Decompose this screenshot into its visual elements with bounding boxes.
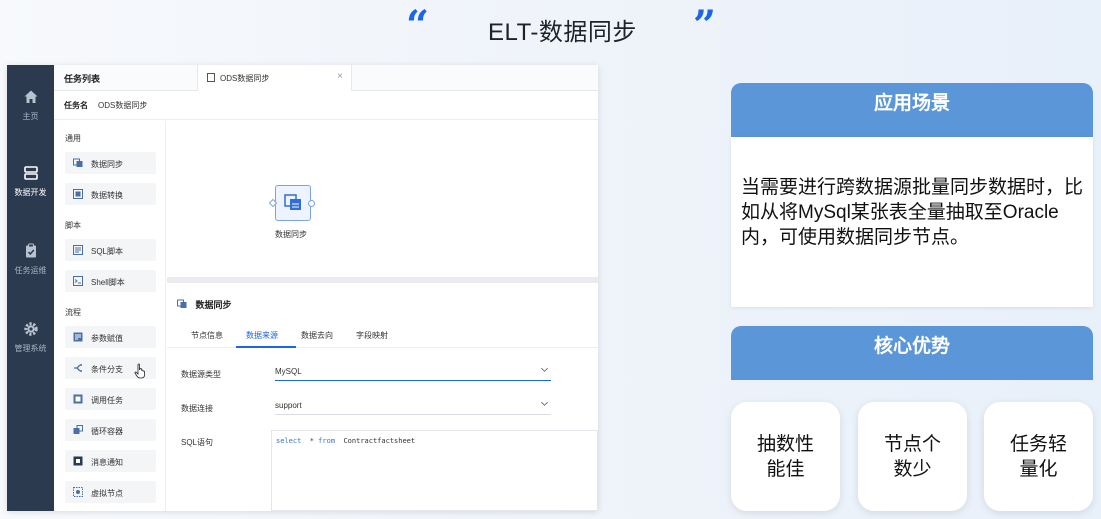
node-palette: 通用 数据同步 数据转换 脚本 SQL脚本 Shell脚本 流程 参数赋值 条件… (54, 121, 166, 511)
virtual-node-icon (73, 487, 83, 497)
advantage-card-lightweight-task: 任务轻 量化 (984, 402, 1093, 511)
palette-item-sql-script[interactable]: SQL脚本 (65, 239, 156, 261)
app-window: 主页 数据开发 任务运维 管理系统 任务列表 ODS数据同步 × 任务名 ODS… (7, 65, 598, 511)
nav-item-task-ops[interactable]: 任务运维 (7, 243, 54, 276)
node-config-panel: 数据同步 节点信息 数据来源 数据去向 字段映射 数据源类型 MySQL 数据连… (167, 283, 598, 511)
palette-item-virtual-node[interactable]: 虚拟节点 (65, 481, 156, 503)
gear-icon (23, 322, 38, 336)
close-icon[interactable]: × (337, 71, 343, 82)
sql-editor[interactable]: select * from Contractfactsheet (271, 430, 598, 511)
source-type-label: 数据源类型 (181, 370, 221, 379)
transform-icon (73, 189, 83, 199)
connection-select[interactable]: support (275, 397, 551, 415)
clipboard-icon (25, 243, 36, 258)
nav-item-data-dev[interactable]: 数据开发 (7, 165, 54, 198)
tab-field-mapping[interactable]: 字段映射 (356, 330, 388, 341)
sql-label: SQL语句 (181, 438, 214, 447)
flow-canvas[interactable]: 数据同步 (167, 121, 598, 277)
nav-label: 任务运维 (14, 266, 47, 275)
tab-ods-sync[interactable]: ODS数据同步 × (197, 65, 352, 91)
advantages-heading: 核心优势 (731, 326, 1093, 380)
nav-item-home[interactable]: 主页 (7, 89, 54, 122)
task-name-row: 任务名 ODS数据同步 (54, 92, 598, 120)
palette-category-script: 脚本 (65, 221, 81, 230)
palette-item-param-assign[interactable]: 参数赋值 (65, 326, 156, 348)
page-title-text: ELT-数据同步 (488, 19, 637, 46)
nav-item-admin[interactable]: 管理系统 (7, 321, 54, 354)
tab-node-info[interactable]: 节点信息 (191, 330, 223, 341)
home-icon (24, 90, 37, 103)
tab-data-target[interactable]: 数据去向 (301, 330, 333, 341)
data-sync-node-icon (284, 194, 301, 210)
chevron-down-icon (541, 401, 548, 406)
palette-item-data-transform[interactable]: 数据转换 (65, 183, 156, 205)
source-type-value: MySQL (275, 367, 302, 376)
task-header: 任务列表 ODS数据同步 × (54, 65, 598, 91)
palette-item-call-task[interactable]: 调用任务 (65, 388, 156, 410)
sync-icon (73, 158, 83, 167)
connection-value: support (275, 401, 302, 410)
node-output-port[interactable] (308, 200, 315, 207)
param-icon (73, 332, 83, 342)
palette-item-loop-container[interactable]: 循环容器 (65, 419, 156, 441)
open-quote-icon: “ (406, 2, 430, 49)
advantage-card-few-nodes: 节点个 数少 (858, 402, 967, 511)
nav-label: 数据开发 (14, 188, 47, 197)
sql-script-icon (73, 245, 83, 255)
active-tab-indicator (236, 346, 296, 348)
panel-title: 数据同步 (177, 298, 232, 311)
loop-icon (73, 425, 83, 434)
scenario-card: 当需要进行跨数据源批量同步数据时，比如从将MySql某张表全量抽取至Oracle… (731, 137, 1093, 307)
call-task-icon (73, 394, 83, 404)
data-sync-node[interactable] (275, 185, 311, 221)
task-name-label: 任务名 (64, 101, 88, 110)
side-nav: 主页 数据开发 任务运维 管理系统 (7, 65, 54, 511)
tab-data-source[interactable]: 数据来源 (246, 330, 278, 341)
palette-item-message-notify[interactable]: 消息通知 (65, 450, 156, 472)
server-icon (23, 166, 38, 180)
branch-icon (74, 364, 82, 372)
advantage-card-extract-performance: 抽数性 能佳 (731, 402, 840, 511)
sync-icon (177, 299, 187, 308)
scenario-heading: 应用场景 (731, 83, 1093, 137)
nav-label: 主页 (22, 112, 39, 121)
document-icon (207, 73, 215, 82)
shell-script-icon (73, 276, 83, 286)
source-type-select[interactable]: MySQL (275, 363, 551, 381)
palette-item-shell-script[interactable]: Shell脚本 (65, 270, 156, 292)
task-list-title: 任务列表 (64, 74, 101, 84)
close-quote-icon: ” (693, 2, 717, 49)
task-name-value[interactable]: ODS数据同步 (98, 100, 147, 111)
palette-category-flow: 流程 (65, 308, 81, 317)
message-icon (73, 456, 83, 466)
scenario-text: 当需要进行跨数据源批量同步数据时，比如从将MySql某张表全量抽取至Oracle… (741, 177, 1084, 248)
palette-item-data-sync[interactable]: 数据同步 (65, 152, 156, 174)
nav-label: 管理系统 (14, 344, 47, 353)
hand-cursor-icon (134, 363, 145, 379)
chevron-down-icon (541, 367, 548, 372)
palette-category-general: 通用 (65, 134, 81, 143)
tab-label: ODS数据同步 (220, 74, 270, 83)
node-label: 数据同步 (275, 230, 307, 239)
connection-label: 数据连接 (181, 404, 213, 413)
config-tabs: 节点信息 数据来源 数据去向 字段映射 (167, 320, 598, 348)
